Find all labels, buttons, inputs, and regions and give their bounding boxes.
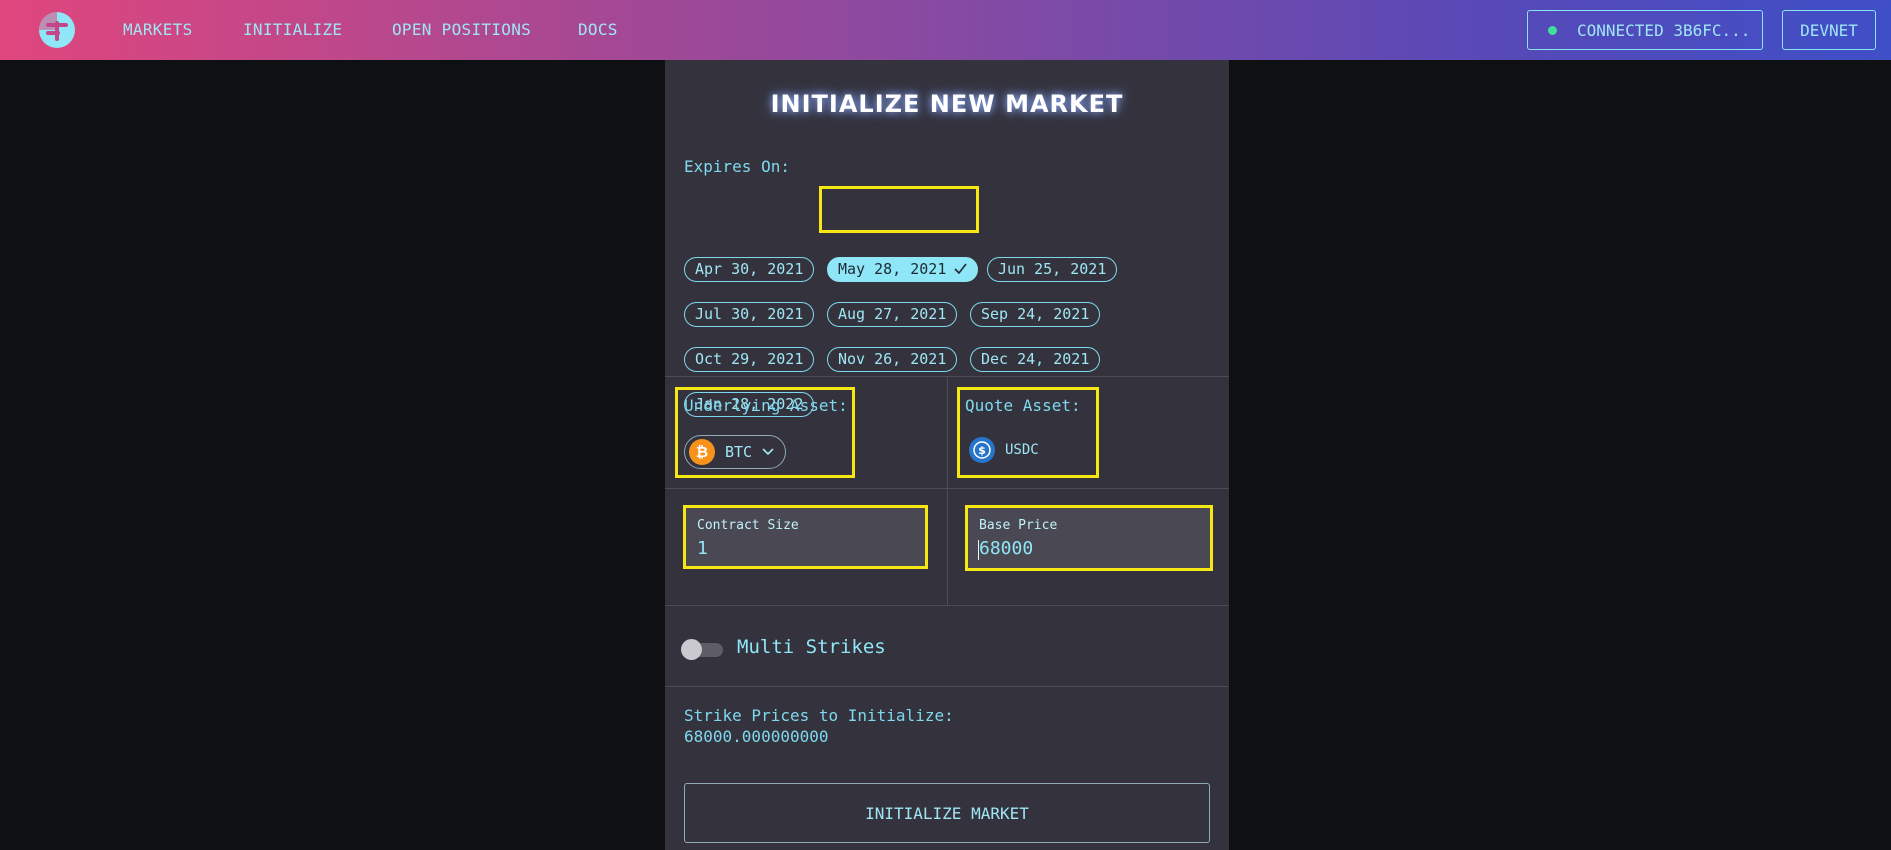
base-price-label: Base Price	[979, 518, 1058, 533]
toggle-knob	[681, 639, 702, 660]
nav-link-initialize[interactable]: INITIALIZE	[243, 0, 342, 60]
expiry-chip[interactable]: Sep 24, 2021	[970, 302, 1101, 327]
expiry-chip[interactable]: Aug 27, 2021	[827, 302, 958, 327]
wallet-connected-button[interactable]: CONNECTED 3B6FC...	[1527, 10, 1763, 50]
strike-prices-value: 68000.000000000	[684, 727, 829, 746]
nav-link-markets[interactable]: MARKETS	[123, 0, 193, 60]
contract-size-value: 1	[697, 538, 708, 559]
divider	[947, 376, 948, 605]
nav-link-open-positions[interactable]: OPEN POSITIONS	[392, 0, 531, 60]
wallet-connected-label: CONNECTED 3B6FC...	[1577, 20, 1751, 40]
chevron-down-icon	[762, 448, 774, 456]
expiry-chip[interactable]: Apr 30, 2021	[684, 257, 815, 282]
divider	[665, 488, 1229, 489]
base-price-field[interactable]: Base Price 68000	[966, 508, 1210, 568]
contract-size-field[interactable]: Contract Size 1	[684, 508, 927, 568]
quote-asset-value: USDC	[1005, 442, 1039, 458]
expires-on-label: Expires On:	[684, 157, 790, 176]
usdc-icon: $	[969, 437, 995, 463]
checkmark-icon	[954, 263, 968, 274]
contract-size-label: Contract Size	[697, 518, 799, 533]
network-label: DEVNET	[1800, 20, 1858, 40]
highlight-box	[819, 186, 979, 233]
psyoptions-logo-icon[interactable]	[38, 11, 76, 49]
quote-asset-label: Quote Asset:	[965, 396, 1081, 415]
expiry-chip-label: May 28, 2021	[838, 260, 947, 278]
network-button[interactable]: DEVNET	[1782, 10, 1876, 50]
quote-asset-display: $ USDC	[969, 437, 1039, 463]
underlying-asset-value: BTC	[725, 443, 753, 461]
base-price-value: 68000	[979, 538, 1034, 559]
initialize-market-card: INITIALIZE NEW MARKET Expires On: Apr 30…	[665, 60, 1229, 850]
expiry-chip-selected[interactable]: May 28, 2021	[827, 257, 979, 282]
svg-text:$: $	[978, 444, 986, 457]
expiry-chip[interactable]: Jun 25, 2021	[987, 257, 1118, 282]
nav-link-docs[interactable]: DOCS	[578, 0, 618, 60]
divider	[665, 686, 1229, 687]
bitcoin-icon: ₿	[689, 439, 715, 465]
page-title: INITIALIZE NEW MARKET	[770, 90, 1124, 118]
divider	[665, 605, 1229, 606]
multi-strikes-label: Multi Strikes	[737, 636, 886, 658]
initialize-market-button-label: INITIALIZE MARKET	[865, 803, 1029, 823]
underlying-asset-label: Underlying Asset:	[684, 396, 848, 415]
strike-prices-label: Strike Prices to Initialize:	[684, 706, 954, 725]
initialize-market-button[interactable]: INITIALIZE MARKET	[684, 783, 1210, 843]
expiry-chip[interactable]: Jul 30, 2021	[684, 302, 815, 327]
underlying-asset-select[interactable]: ₿ BTC	[684, 435, 786, 469]
expiry-chip[interactable]: Dec 24, 2021	[970, 347, 1101, 372]
connection-status-dot-icon	[1548, 25, 1557, 35]
text-cursor	[978, 540, 979, 560]
multi-strikes-toggle[interactable]	[681, 637, 723, 661]
expiry-chip[interactable]: Oct 29, 2021	[684, 347, 815, 372]
top-navbar: MARKETS INITIALIZE OPEN POSITIONS DOCS C…	[0, 0, 1891, 60]
expiry-chip[interactable]: Nov 26, 2021	[827, 347, 958, 372]
